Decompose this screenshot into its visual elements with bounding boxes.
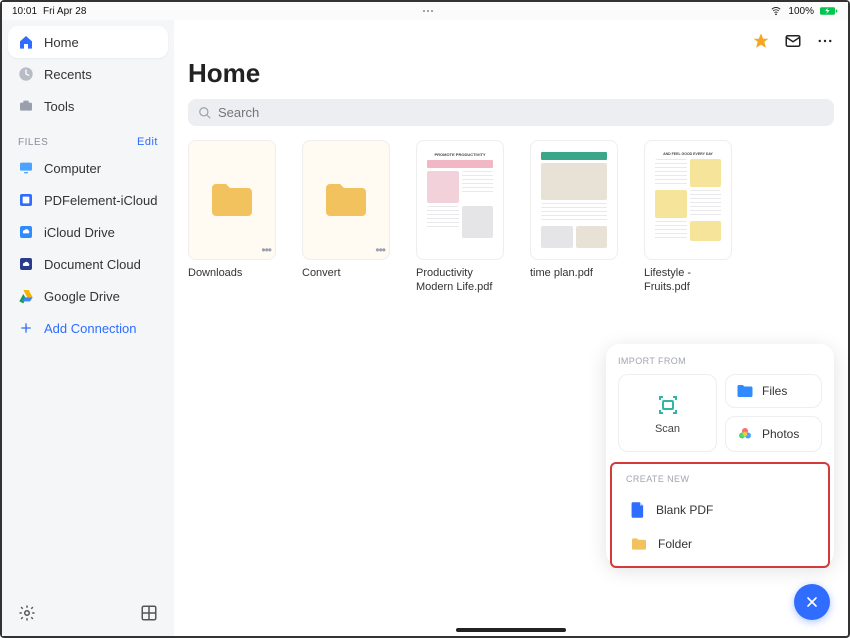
scan-label: Scan (655, 423, 680, 435)
scan-icon (656, 393, 680, 417)
battery-icon (820, 6, 838, 16)
grid-item-file[interactable]: time plan.pdf (530, 140, 618, 295)
sidebar-item-label: Google Drive (44, 289, 120, 304)
sidebar-item-label: Computer (44, 161, 101, 176)
more-icon[interactable] (816, 32, 834, 50)
pdf-thumbnail (536, 147, 612, 253)
home-indicator (456, 628, 566, 632)
grid-item-folder[interactable]: ••• Downloads (188, 140, 276, 295)
sidebar-item-label: Recents (44, 67, 92, 82)
sidebar-item-pdfelement-icloud[interactable]: PDFelement-iCloud (8, 184, 168, 216)
grid-item-file[interactable]: AND FEEL GOOD EVERY DAY Lifestyle - Frui… (644, 140, 732, 295)
premium-icon[interactable] (752, 32, 770, 50)
sidebar-item-tools[interactable]: Tools (8, 90, 168, 122)
wifi-icon (770, 6, 782, 16)
status-bar: 10:01 Fri Apr 28 100% (2, 2, 848, 20)
document-cloud-icon (18, 256, 34, 272)
close-fab-button[interactable] (794, 584, 830, 620)
status-center-dots (423, 10, 433, 12)
plus-icon (18, 320, 34, 336)
sidebar-item-google-drive[interactable]: Google Drive (8, 280, 168, 312)
create-import-popup: IMPORT FROM Scan Files (606, 344, 834, 566)
files-label: FILES (18, 137, 48, 148)
clock-icon (18, 66, 34, 82)
status-battery: 100% (788, 6, 814, 17)
close-icon (804, 594, 820, 610)
search-icon (198, 106, 212, 120)
google-drive-icon (18, 288, 34, 304)
sidebar-item-recents[interactable]: Recents (8, 58, 168, 90)
files-section-header: FILES Edit (8, 132, 168, 152)
icloud-icon (18, 224, 34, 240)
create-new-label: CREATE NEW (626, 474, 820, 484)
item-label: Convert (302, 266, 390, 280)
pdf-thumbnail: PROMOTE PRODUCTIVITY (422, 147, 498, 253)
grid-item-file[interactable]: PROMOTE PRODUCTIVITY Productivity Modern… (416, 140, 504, 295)
edit-button[interactable]: Edit (137, 136, 158, 148)
files-folder-icon (736, 383, 754, 399)
settings-icon[interactable] (18, 604, 36, 622)
blank-pdf-option[interactable]: Blank PDF (620, 492, 820, 528)
main-content: Home ••• Downloads (174, 20, 848, 636)
sidebar: Home Recents Tools FILES Edit Computer (2, 20, 174, 636)
photos-option[interactable]: Photos (725, 416, 822, 452)
new-folder-label: Folder (658, 537, 692, 551)
item-label: Lifestyle - Fruits.pdf (644, 266, 732, 295)
add-connection-label: Add Connection (44, 321, 137, 336)
home-icon (18, 34, 34, 50)
photos-label: Photos (762, 427, 799, 441)
sidebar-item-label: Home (44, 35, 79, 50)
blank-pdf-label: Blank PDF (656, 503, 713, 517)
import-from-label: IMPORT FROM (618, 356, 822, 366)
more-dots-icon[interactable]: ••• (261, 243, 271, 257)
tools-icon (18, 98, 34, 114)
new-folder-option[interactable]: Folder (620, 528, 820, 560)
sidebar-item-icloud-drive[interactable]: iCloud Drive (8, 216, 168, 248)
sidebar-item-computer[interactable]: Computer (8, 152, 168, 184)
folder-icon (322, 180, 370, 220)
new-folder-icon (630, 537, 648, 551)
files-option[interactable]: Files (725, 374, 822, 408)
scan-option[interactable]: Scan (618, 374, 717, 452)
grid-item-folder[interactable]: ••• Convert (302, 140, 390, 295)
layout-icon[interactable] (140, 604, 158, 622)
sidebar-item-label: iCloud Drive (44, 225, 115, 240)
computer-icon (18, 160, 34, 176)
pdf-thumbnail: AND FEEL GOOD EVERY DAY (650, 147, 726, 253)
page-title: Home (188, 58, 834, 89)
add-connection-button[interactable]: Add Connection (8, 312, 168, 344)
item-label: time plan.pdf (530, 266, 618, 280)
photos-icon (736, 425, 754, 443)
sidebar-item-label: Tools (44, 99, 74, 114)
search-bar[interactable] (188, 99, 834, 126)
item-label: Productivity Modern Life.pdf (416, 266, 504, 295)
files-label: Files (762, 384, 787, 398)
sidebar-item-label: Document Cloud (44, 257, 141, 272)
search-input[interactable] (218, 105, 824, 120)
create-new-section: CREATE NEW Blank PDF Folder (610, 462, 830, 568)
sidebar-item-label: PDFelement-iCloud (44, 193, 157, 208)
folder-icon (208, 180, 256, 220)
blank-pdf-icon (630, 501, 646, 519)
status-time: 10:01 (12, 6, 37, 17)
mail-icon[interactable] (784, 32, 802, 50)
item-label: Downloads (188, 266, 276, 280)
status-date: Fri Apr 28 (43, 6, 86, 17)
more-dots-icon[interactable]: ••• (375, 243, 385, 257)
pdfelement-icon (18, 192, 34, 208)
sidebar-item-document-cloud[interactable]: Document Cloud (8, 248, 168, 280)
sidebar-item-home[interactable]: Home (8, 26, 168, 58)
